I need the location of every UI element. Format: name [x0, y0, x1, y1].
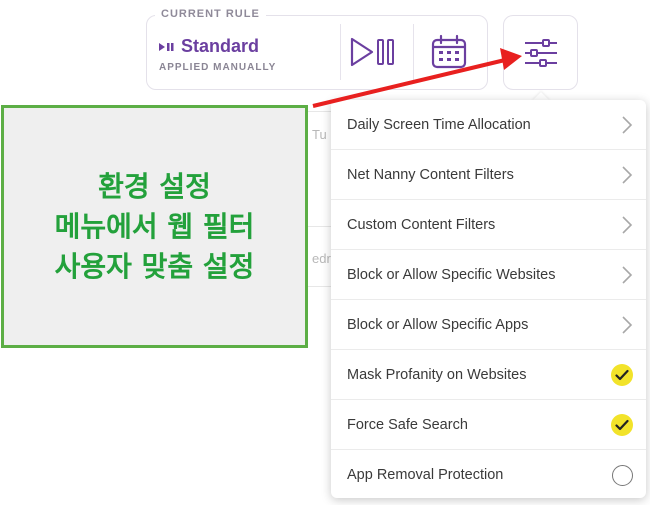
menu-item-mask-profanity-on-websites[interactable]: Mask Profanity on Websites: [331, 350, 646, 400]
menu-item-force-safe-search[interactable]: Force Safe Search: [331, 400, 646, 450]
calendar-button[interactable]: [419, 30, 479, 74]
play-pause-icon: [350, 37, 394, 67]
annotation-box: 환경 설정 메뉴에서 웹 필터 사용자 맞춤 설정: [1, 105, 308, 348]
menu-item-label: Net Nanny Content Filters: [347, 166, 514, 183]
chevron-right-icon: [622, 265, 633, 284]
menu-item-label: Block or Allow Specific Apps: [347, 316, 529, 333]
chevron-right-icon: [622, 165, 633, 184]
sliders-icon: [524, 38, 557, 67]
chevron-right-icon: [622, 315, 633, 334]
check-icon: [615, 419, 629, 430]
menu-item-label: Block or Allow Specific Websites: [347, 266, 556, 283]
menu-item-block-or-allow-specific-apps[interactable]: Block or Allow Specific Apps: [331, 300, 646, 350]
background-text: Tu: [312, 127, 327, 142]
check-icon: [615, 369, 629, 380]
background-text: edr: [312, 251, 331, 266]
annotation-line: 메뉴에서 웹 필터: [54, 209, 255, 243]
calendar-icon: [431, 34, 467, 69]
menu-item-daily-screen-time-allocation[interactable]: Daily Screen Time Allocation: [331, 100, 646, 150]
rule-name: Standard: [181, 36, 260, 56]
menu-item-app-removal-protection[interactable]: App Removal Protection: [331, 450, 646, 500]
chevron-right-icon: [622, 215, 633, 234]
menu-item-block-or-allow-specific-websites[interactable]: Block or Allow Specific Websites: [331, 250, 646, 300]
checkbox-unchecked[interactable]: [612, 464, 633, 486]
checkbox-checked[interactable]: [611, 363, 633, 386]
settings-button[interactable]: [503, 15, 578, 90]
rule-subtitle: APPLIED MANUALLY: [159, 62, 277, 73]
play-pause-button[interactable]: [344, 30, 404, 74]
menu-item-label: Force Safe Search: [347, 416, 468, 433]
play-pause-icon: [159, 42, 174, 51]
divider: [413, 24, 414, 80]
menu-item-net-nanny-content-filters[interactable]: Net Nanny Content Filters: [331, 150, 646, 200]
checkbox-checked[interactable]: [611, 413, 633, 436]
chevron-right-icon: [622, 115, 633, 134]
current-rule-card: Standard APPLIED MANUALLY: [146, 15, 488, 90]
menu-item-label: Mask Profanity on Websites: [347, 366, 527, 383]
menu-item-label: Daily Screen Time Allocation: [347, 116, 531, 133]
menu-item-label: App Removal Protection: [347, 467, 504, 483]
annotation-line: 사용자 맞춤 설정: [54, 249, 255, 283]
annotation-line: 환경 설정: [98, 169, 211, 203]
menu-item-label: Custom Content Filters: [347, 216, 496, 233]
settings-dropdown-menu: Daily Screen Time Allocation Net Nanny Co…: [331, 100, 646, 498]
menu-item-custom-content-filters[interactable]: Custom Content Filters: [331, 200, 646, 250]
divider: [340, 24, 341, 80]
current-rule-caption: CURRENT RULE: [155, 8, 266, 20]
rule-name-row: Standard: [159, 36, 259, 57]
